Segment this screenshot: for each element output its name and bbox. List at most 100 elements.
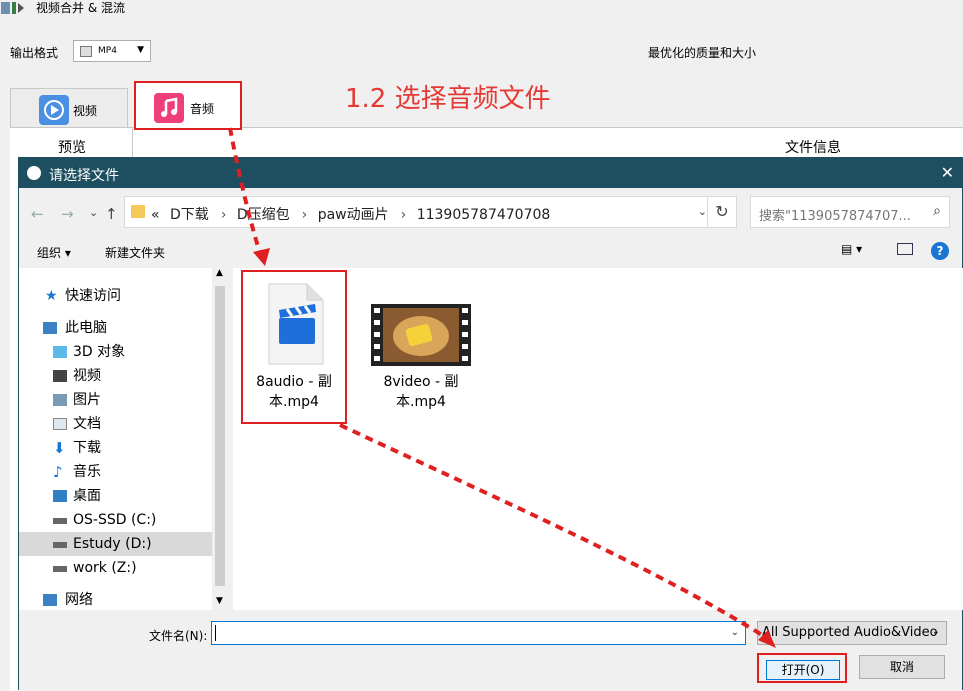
nav-item-downloads[interactable]: ⬇ 下载	[19, 436, 212, 460]
nav-item-videos[interactable]: 视频	[19, 364, 212, 388]
navigation-bar: ← → ⌄ ↑ « D下载 › D压缩包 › paw动画片 › 11390578747…	[19, 196, 962, 230]
close-button[interactable]: ✕	[941, 163, 954, 182]
text-cursor	[215, 625, 216, 641]
format-icon	[80, 46, 92, 57]
annotation-label: 1.2 选择音频文件	[345, 84, 551, 114]
nav-item-drive-d[interactable]: Estudy (D:)	[19, 532, 212, 556]
open-button-highlight: 打开(O)	[757, 653, 847, 683]
nav-item-documents[interactable]: 文档	[19, 412, 212, 436]
nav-item-label: 音乐	[73, 464, 101, 480]
nav-item-drive-c[interactable]: OS-SSD (C:)	[19, 508, 212, 532]
dialog-title: 请选择文件	[49, 168, 119, 184]
download-icon: ⬇	[53, 439, 66, 457]
file-item-audio[interactable]: 8audio - 副 本.mp4	[241, 270, 347, 424]
file-name: 8video - 副 本.mp4	[369, 372, 473, 412]
search-icon: ⌕	[933, 203, 941, 219]
audio-file-icon	[268, 283, 324, 365]
nav-item-label: work (Z:)	[73, 560, 137, 576]
nav-item-label: Estudy (D:)	[73, 536, 152, 552]
preview-header: 预览	[58, 140, 86, 156]
chevron-down-icon: ⌄	[931, 626, 940, 637]
forward-arrow-icon[interactable]: →	[61, 205, 74, 223]
quality-text: 最优化的质量和大小	[648, 46, 757, 60]
scrollbar-thumb[interactable]	[215, 286, 225, 586]
chevron-right-icon: ›	[220, 207, 227, 223]
nav-scrollbar[interactable]: ▲ ▼	[212, 268, 229, 610]
nav-item-label: 桌面	[73, 488, 101, 504]
breadcrumb-overflow[interactable]: «	[151, 207, 160, 223]
file-item-video[interactable]: 8video - 副 本.mp4	[369, 276, 473, 420]
file-name: 8audio - 副 本.mp4	[243, 372, 345, 412]
app-title: 视频合并 & 混流	[36, 1, 125, 15]
nav-item-music[interactable]: ♪ 音乐	[19, 460, 212, 484]
header-divider	[132, 128, 133, 158]
nav-item-3d-objects[interactable]: 3D 对象	[19, 340, 212, 364]
drive-icon	[53, 566, 67, 572]
nav-item-label: 网络	[65, 592, 93, 608]
cancel-button[interactable]: 取消	[859, 655, 945, 679]
output-format-value: MP4	[98, 46, 117, 56]
scroll-down-icon[interactable]: ▼	[216, 596, 223, 606]
chevron-down-icon[interactable]: ⌄	[731, 627, 739, 638]
address-bar[interactable]: « D下载 › D压缩包 › paw动画片 › 113905787470708 ⌄	[124, 196, 718, 228]
output-format-select[interactable]: MP4 ▼	[73, 40, 151, 62]
star-icon: ★	[45, 288, 58, 304]
file-info-header: 文件信息	[785, 140, 841, 156]
tab-audio[interactable]: 音频	[134, 81, 242, 130]
breadcrumb-item[interactable]: 113905787470708	[417, 207, 551, 223]
refresh-button[interactable]: ↻	[707, 196, 737, 228]
dialog-toolbar: 组织 ▾ 新建文件夹 ▤ ▾ ?	[19, 238, 962, 268]
scroll-up-icon[interactable]: ▲	[216, 268, 223, 278]
chevron-right-icon: ›	[301, 207, 308, 223]
play-icon	[39, 95, 69, 125]
breadcrumb-item[interactable]: D压缩包	[237, 207, 290, 223]
tab-video[interactable]: 视频	[10, 88, 128, 128]
dialog-footer: 文件名(N): ⌄ All Supported Audio&Video ⌄ 打开…	[19, 610, 962, 691]
nav-item-label: 文档	[73, 416, 101, 432]
breadcrumb-item[interactable]: paw动画片	[318, 207, 389, 223]
document-icon	[53, 418, 67, 430]
tab-audio-label: 音频	[190, 102, 215, 116]
help-button[interactable]: ?	[931, 242, 949, 260]
network-icon	[43, 594, 57, 606]
recent-chevron-icon[interactable]: ⌄	[89, 206, 98, 219]
nav-item-label: 图片	[73, 392, 101, 408]
preview-pane-icon[interactable]	[897, 243, 913, 255]
file-open-dialog: 请选择文件 ✕ ← → ⌄ ↑ « D下载 › D压缩包 › paw动画片 › 113…	[18, 157, 963, 691]
back-arrow-icon[interactable]: ←	[31, 205, 44, 223]
nav-item-label: 快速访问	[65, 288, 121, 304]
music-icon: ♪	[53, 463, 63, 481]
picture-icon	[53, 394, 67, 406]
dialog-icon	[27, 166, 41, 180]
nav-item-label: 3D 对象	[73, 344, 126, 360]
music-note-icon	[154, 93, 184, 123]
navigation-pane: ★ 快速访问 此电脑 3D 对象 视频 图片 文档 ⬇ 下载 ♪ 音乐 桌面 OS-S…	[19, 268, 229, 610]
filename-input[interactable]: ⌄	[211, 621, 746, 645]
nav-item-label: 下载	[73, 440, 101, 456]
chevron-down-icon[interactable]: ⌄	[698, 205, 707, 218]
open-button[interactable]: 打开(O)	[766, 660, 840, 680]
film-icon	[53, 370, 67, 382]
nav-item-this-pc[interactable]: 此电脑	[19, 316, 212, 340]
cube-icon	[53, 346, 67, 358]
file-type-value: All Supported Audio&Video	[762, 625, 938, 640]
search-input[interactable]: 搜索"1139057874707... ⌕	[750, 196, 950, 228]
nav-item-network[interactable]: 网络	[19, 588, 212, 612]
video-thumbnail-icon	[371, 304, 471, 366]
file-type-select[interactable]: All Supported Audio&Video ⌄	[757, 621, 947, 645]
nav-item-drive-z[interactable]: work (Z:)	[19, 556, 212, 580]
file-name-line: 本.mp4	[269, 394, 319, 410]
search-placeholder: 搜索"1139057874707...	[759, 209, 911, 224]
nav-item-desktop[interactable]: 桌面	[19, 484, 212, 508]
new-folder-button[interactable]: 新建文件夹	[105, 244, 165, 261]
nav-item-label: OS-SSD (C:)	[73, 512, 157, 528]
breadcrumb-item[interactable]: D下载	[170, 207, 209, 223]
up-arrow-icon[interactable]: ↑	[105, 205, 118, 223]
view-options-icon[interactable]: ▤ ▾	[841, 242, 862, 256]
app-icon	[0, 0, 26, 16]
nav-item-pictures[interactable]: 图片	[19, 388, 212, 412]
organize-button[interactable]: 组织 ▾	[37, 244, 71, 261]
filename-label: 文件名(N):	[149, 629, 208, 643]
nav-item-quick-access[interactable]: ★ 快速访问	[19, 284, 212, 308]
folder-icon	[131, 205, 145, 218]
